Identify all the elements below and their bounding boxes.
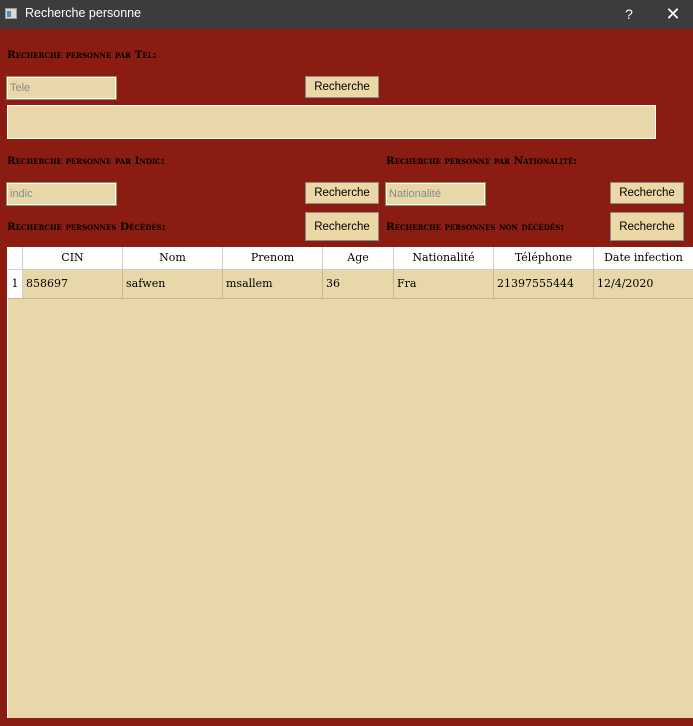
tel-input[interactable]	[6, 76, 117, 100]
results-table[interactable]: CIN Nom Prenom Age Nationalité Téléphone…	[7, 247, 693, 718]
nationalite-input[interactable]	[385, 182, 486, 206]
window-title: Recherche personne	[25, 6, 142, 20]
cell-age[interactable]: 36	[323, 270, 394, 298]
column-header-prenom[interactable]: Prenom	[223, 247, 323, 269]
nationalite-search-label: Recherche personne par Nationalité:	[386, 155, 578, 167]
help-button[interactable]: ?	[615, 3, 643, 25]
cell-date-infection[interactable]: 12/4/2020	[594, 270, 693, 298]
app-icon	[5, 8, 17, 19]
indic-search-button[interactable]: Recherche	[305, 182, 379, 204]
non-decedes-search-label: Recherche personnes non décédés:	[386, 221, 565, 233]
cell-nationalite[interactable]: Fra	[394, 270, 494, 298]
column-header-telephone[interactable]: Téléphone	[494, 247, 594, 269]
decedes-search-button[interactable]: Recherche	[305, 212, 379, 241]
cell-cin[interactable]: 858697	[23, 270, 123, 298]
indic-search-label: Recherche personne par Indic:	[7, 155, 165, 167]
close-icon[interactable]: ✕	[659, 3, 687, 25]
cell-telephone[interactable]: 21397555444	[494, 270, 594, 298]
table-header: CIN Nom Prenom Age Nationalité Téléphone…	[8, 247, 693, 270]
non-decedes-search-button[interactable]: Recherche	[610, 212, 684, 241]
cell-prenom[interactable]: msallem	[223, 270, 323, 298]
tel-search-button[interactable]: Recherche	[305, 76, 379, 98]
column-header-cin[interactable]: CIN	[23, 247, 123, 269]
tel-result-area	[7, 105, 656, 139]
decedes-search-label: Recherche personnes Décédés:	[7, 221, 166, 233]
table-row[interactable]: 1 858697 safwen msallem 36 Fra 213975554…	[8, 270, 693, 299]
title-bar: Recherche personne ? ✕	[0, 0, 693, 29]
tel-search-label: Recherche personne par Tel:	[7, 49, 157, 61]
column-header-date-infection[interactable]: Date infection	[594, 247, 693, 269]
cell-nom[interactable]: safwen	[123, 270, 223, 298]
nationalite-search-button[interactable]: Recherche	[610, 182, 684, 204]
indic-input[interactable]	[6, 182, 117, 206]
column-header-nationalite[interactable]: Nationalité	[394, 247, 494, 269]
column-header-nom[interactable]: Nom	[123, 247, 223, 269]
row-index[interactable]: 1	[8, 270, 23, 298]
column-header-age[interactable]: Age	[323, 247, 394, 269]
table-corner[interactable]	[8, 247, 23, 269]
